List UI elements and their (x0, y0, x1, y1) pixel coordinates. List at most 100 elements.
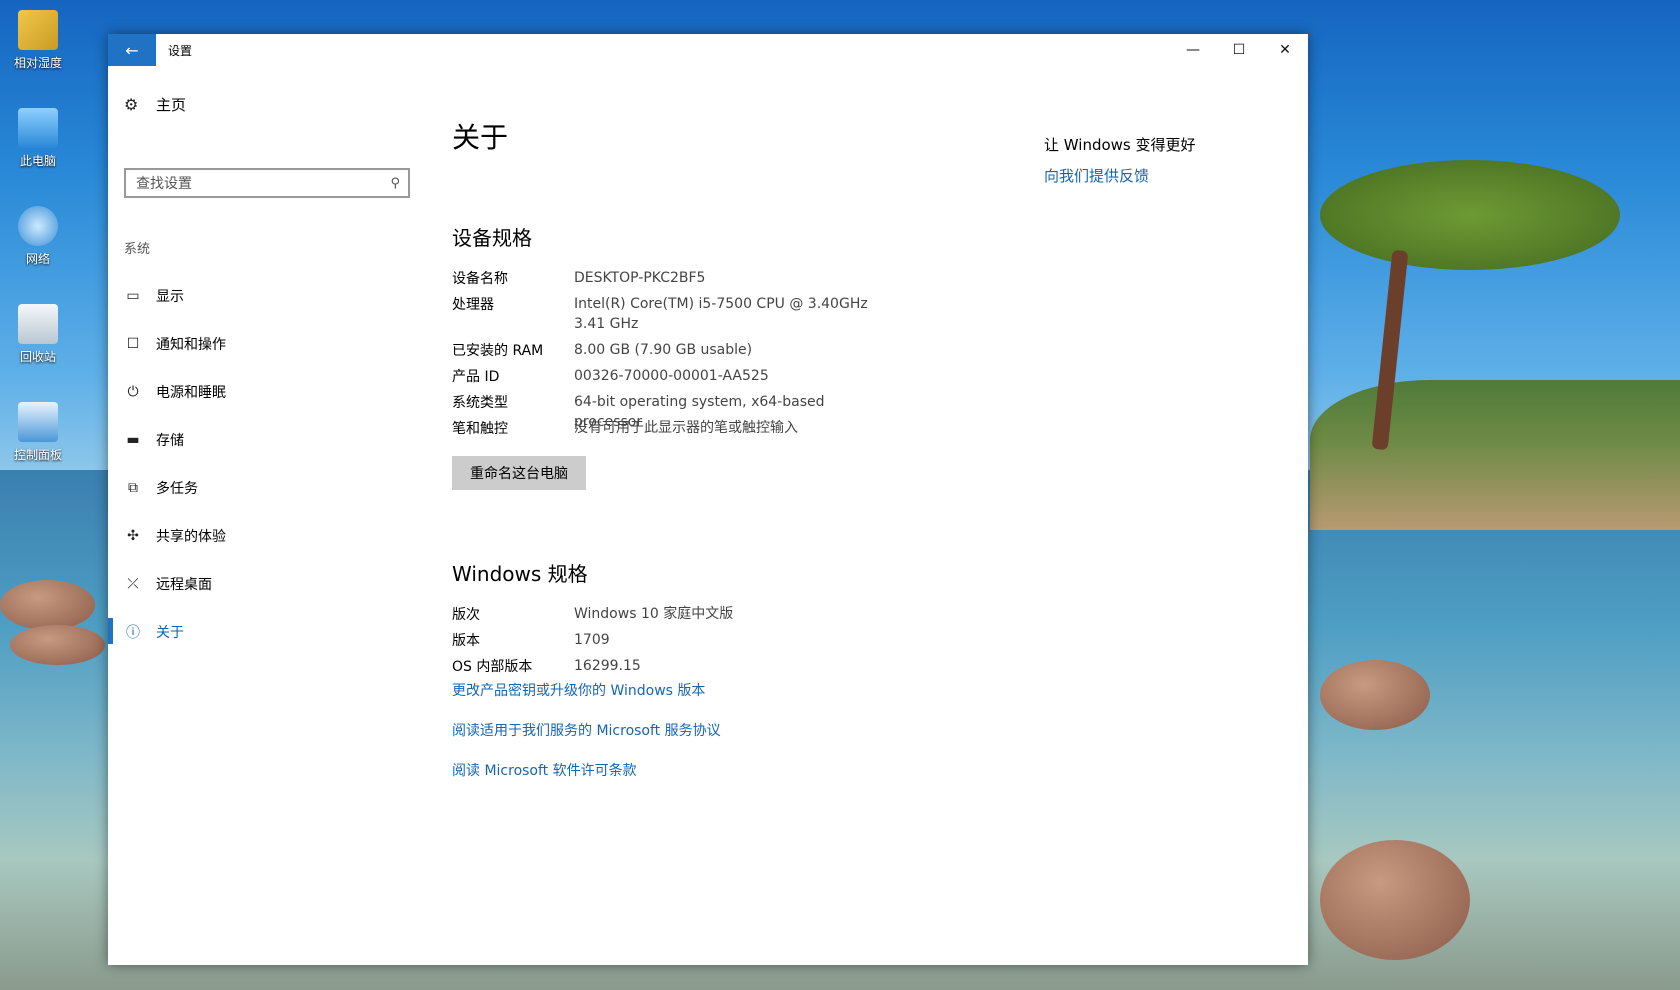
maximize-button[interactable]: ☐ (1216, 34, 1262, 66)
sidebar-item-label: 存储 (156, 433, 184, 449)
settings-window: ← 设置 — ☐ ✕ ⚙ 主页 查找设置 ⚲ 系统 ▭ 显示 ☐ 通知和操作 ⏻… (108, 34, 1308, 965)
spec-key: 版本 (452, 633, 480, 649)
desktop-wallpaper-rock (1320, 840, 1470, 960)
spec-key: 处理器 (452, 297, 494, 313)
share-icon: ✣ (127, 528, 139, 544)
spec-value: 8.00 GB (7.90 GB usable) (574, 342, 753, 358)
remote-icon: ⤫ (127, 576, 139, 592)
sidebar-item-label: 远程桌面 (156, 577, 212, 593)
desktop-icon-network[interactable]: 网络 (6, 206, 70, 267)
sidebar-item-power[interactable]: ⏻ 电源和睡眠 (108, 368, 428, 416)
section-label: 系统 (124, 242, 151, 257)
desktop-icon-control-panel[interactable]: 控制面板 (6, 402, 70, 463)
desktop-wallpaper-rock (10, 625, 105, 665)
windows-spec-heading: Windows 规格 (452, 562, 588, 586)
change-product-key-link[interactable]: 更改产品密钥或升级你的 Windows 版本 (452, 680, 705, 700)
sidebar-item-about[interactable]: ⓘ 关于 (108, 608, 428, 656)
sidebar-item-notifications[interactable]: ☐ 通知和操作 (108, 320, 428, 368)
desktop-wallpaper-tree-crown (1320, 160, 1620, 270)
storage-icon: ▬ (126, 432, 140, 448)
minimize-button[interactable]: — (1170, 34, 1216, 66)
device-spec-heading: 设备规格 (452, 226, 532, 250)
sidebar-item-label: 通知和操作 (156, 337, 226, 353)
spec-key: 设备名称 (452, 271, 508, 287)
desktop-icon-this-pc[interactable]: 此电脑 (6, 108, 70, 169)
sidebar-item-display[interactable]: ▭ 显示 (108, 272, 428, 320)
license-terms-link[interactable]: 阅读 Microsoft 软件许可条款 (452, 760, 637, 780)
minimize-icon: — (1186, 42, 1200, 58)
desktop-wallpaper-land (1310, 380, 1680, 530)
sidebar-item-shared-experiences[interactable]: ✣ 共享的体验 (108, 512, 428, 560)
sidebar-item-label: 共享的体验 (156, 529, 226, 545)
sidebar-item-multitasking[interactable]: ⧉ 多任务 (108, 464, 428, 512)
desktop-icon-label: 相对湿度 (13, 56, 62, 70)
page-title: 关于 (452, 121, 509, 154)
folder-icon (18, 10, 58, 50)
window-controls: — ☐ ✕ (1170, 34, 1308, 66)
back-button[interactable]: ← (108, 34, 156, 66)
feedback-panel: 让 Windows 变得更好 向我们提供反馈 (1044, 134, 1196, 186)
rename-pc-button[interactable]: 重命名这台电脑 (452, 456, 586, 490)
spec-row: 已安装的 RAM 8.00 GB (7.90 GB usable) (452, 340, 894, 360)
spec-row: 处理器 Intel(R) Core(TM) i5-7500 CPU @ 3.40… (452, 294, 894, 334)
network-icon (18, 206, 58, 246)
sidebar-item-storage[interactable]: ▬ 存储 (108, 416, 428, 464)
desktop-icon-label: 网络 (25, 252, 50, 266)
desktop-icon-label: 回收站 (19, 350, 56, 364)
title-bar: ← 设置 — ☐ ✕ (108, 34, 1308, 66)
gear-icon: ⚙ (124, 95, 139, 114)
notification-icon: ☐ (126, 336, 140, 352)
spec-value: 没有可用于此显示器的笔或触控输入 (574, 420, 798, 436)
recycle-bin-icon (18, 304, 58, 344)
desktop-icon-humidity[interactable]: 相对湿度 (6, 10, 70, 71)
window-title: 设置 (168, 43, 193, 58)
service-agreement-link[interactable]: 阅读适用于我们服务的 Microsoft 服务协议 (452, 720, 721, 740)
desktop-wallpaper-rock (0, 580, 95, 630)
spec-row: 版次 Windows 10 家庭中文版 (452, 604, 894, 624)
desktop-icon-recycle-bin[interactable]: 回收站 (6, 304, 70, 365)
info-icon: ⓘ (126, 625, 140, 641)
sidebar-nav: ▭ 显示 ☐ 通知和操作 ⏻ 电源和睡眠 ▬ 存储 ⧉ 多任务 ✣ 共享的体验 (108, 272, 428, 656)
sidebar-item-label: 关于 (156, 625, 184, 641)
back-arrow-icon: ← (125, 40, 139, 60)
spec-key: 笔和触控 (452, 421, 508, 437)
spec-key: OS 内部版本 (452, 659, 533, 675)
spec-key: 已安装的 RAM (452, 343, 544, 359)
spec-row: OS 内部版本 16299.15 (452, 656, 894, 676)
spec-key: 产品 ID (452, 369, 500, 385)
desktop-icon-label: 此电脑 (19, 154, 56, 168)
power-icon: ⏻ (127, 384, 139, 400)
sidebar-item-remote-desktop[interactable]: ⤫ 远程桌面 (108, 560, 428, 608)
close-icon: ✕ (1279, 42, 1291, 58)
sidebar-item-label: 多任务 (156, 481, 198, 497)
close-button[interactable]: ✕ (1262, 34, 1308, 66)
spec-value: Windows 10 家庭中文版 (574, 606, 734, 622)
search-placeholder: 查找设置 (136, 176, 192, 192)
spec-row: 版本 1709 (452, 630, 894, 650)
spec-value: Intel(R) Core(TM) i5-7500 CPU @ 3.40GHz … (574, 296, 868, 332)
feedback-title: 让 Windows 变得更好 (1044, 136, 1196, 154)
spec-value: 1709 (574, 632, 610, 648)
control-panel-icon (18, 402, 58, 442)
search-icon: ⚲ (390, 175, 400, 191)
feedback-link[interactable]: 向我们提供反馈 (1044, 165, 1196, 186)
home-label: 主页 (156, 96, 187, 114)
spec-key: 版次 (452, 607, 480, 623)
sidebar: ⚙ 主页 查找设置 ⚲ 系统 ▭ 显示 ☐ 通知和操作 ⏻ 电源和睡眠 ▬ 存储 (108, 66, 428, 965)
search-input[interactable]: 查找设置 ⚲ (124, 168, 410, 198)
sidebar-item-label: 电源和睡眠 (156, 385, 226, 401)
maximize-icon: ☐ (1232, 42, 1246, 58)
desktop-wallpaper-rock (1320, 660, 1430, 730)
desktop-icon-label: 控制面板 (13, 448, 62, 462)
sidebar-item-label: 显示 (156, 289, 184, 305)
computer-icon (18, 108, 58, 148)
spec-row: 设备名称 DESKTOP-PKC2BF5 (452, 268, 894, 288)
spec-row: 笔和触控 没有可用于此显示器的笔或触控输入 (452, 418, 894, 438)
spec-row: 产品 ID 00326-70000-00001-AA525 (452, 366, 894, 386)
sidebar-home[interactable]: ⚙ 主页 (124, 94, 186, 115)
spec-value: 16299.15 (574, 658, 641, 674)
multitask-icon: ⧉ (128, 480, 138, 496)
display-icon: ▭ (126, 288, 140, 304)
spec-value: 00326-70000-00001-AA525 (574, 368, 769, 384)
spec-value: DESKTOP-PKC2BF5 (574, 270, 706, 286)
